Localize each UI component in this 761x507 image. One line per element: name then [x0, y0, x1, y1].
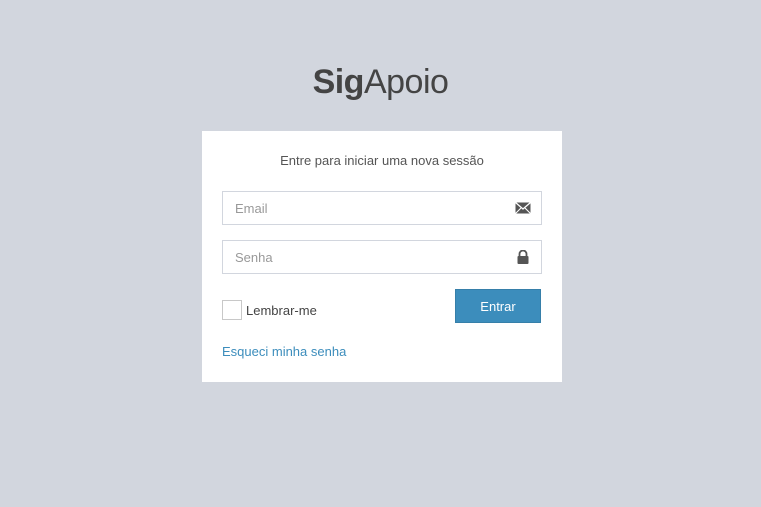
email-input[interactable]	[223, 192, 517, 224]
password-input[interactable]	[223, 241, 517, 273]
password-field[interactable]	[222, 240, 542, 274]
remember-label: Lembrar-me	[246, 302, 317, 318]
envelope-icon	[515, 202, 531, 214]
submit-button[interactable]: Entrar	[455, 289, 541, 323]
logo-light-text: Apoio	[363, 63, 449, 101]
logo-bold-text: Sig	[312, 63, 365, 101]
login-box: Entre para iniciar uma nova sessão Lembr…	[202, 131, 562, 382]
remember-checkbox[interactable]	[222, 300, 242, 320]
remember-me[interactable]: Lembrar-me	[222, 299, 317, 321]
lock-icon	[517, 250, 529, 264]
email-field[interactable]	[222, 191, 542, 225]
forgot-password-link[interactable]: Esqueci minha senha	[222, 344, 346, 359]
login-message: Entre para iniciar uma nova sessão	[280, 153, 484, 168]
app-logo: SigApoio	[0, 60, 761, 104]
